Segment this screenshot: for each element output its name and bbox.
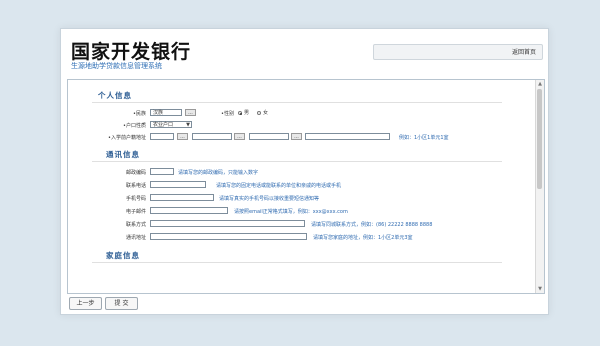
row-postcode: 邮政编码 请填写您的邮政编码，只能输入数字 [68,168,534,178]
chevron-down-icon: ▼ [186,122,190,128]
family-contact-label: 联系方式 [125,222,146,228]
gender-female-radio[interactable] [257,111,261,115]
form-content: 个人信息 •民族 汉族 ... •性别 男 女 •户口性质 农业户口 ▼ •入学… [68,80,534,293]
form-frame: 个人信息 •民族 汉族 ... •性别 男 女 •户口性质 农业户口 ▼ •入学… [67,79,545,294]
row-family-contact: 联系方式 请填写同城联系方式，例如：(86) 22222 8888 8888 [68,220,534,230]
prev-step-button[interactable]: 上一步 [69,297,102,310]
submit-button[interactable]: 提 交 [105,297,138,310]
postcode-hint: 请填写您的邮政编码，只能输入数字 [178,170,259,176]
ethnicity-browse-button[interactable]: ... [185,109,196,116]
postcode-label: 邮政编码 [125,170,146,176]
address-county-input[interactable] [249,133,289,140]
email-hint: 请按照email正常格式填写，例如：xxx@xxx.com [234,209,348,215]
email-input[interactable] [150,207,228,214]
address-city-browse-button[interactable]: ... [234,133,245,140]
row-hukou: •户口性质 农业户口 ▼ [68,121,534,131]
row-phone: 联系电话 请填写您的固定电话或能联系的单位和亲戚的电话或手机 [68,181,534,191]
address-city-input[interactable] [192,133,232,140]
phone-hint: 请填写您的固定电话或能联系的单位和亲戚的电话或手机 [216,183,342,189]
header-bar: 返回首页 [373,44,543,60]
section-title-family: 家庭信息 [106,251,140,260]
section-title-contact: 通讯信息 [106,150,140,159]
ethnicity-input[interactable]: 汉族 [150,109,182,116]
address-label: •入学前户籍地址 [108,135,146,141]
address-hint: 例如：1小区1单元1室 [399,135,449,141]
mobile-hint: 请填写真实的手机号码以接收重要短信通知等 [219,196,320,202]
gender-label: •性别 [221,111,234,117]
email-label: 电子邮件 [125,209,146,215]
gender-female-label: 女 [263,110,269,116]
section-divider-personal [92,102,502,103]
row-ethnicity-gender: •民族 汉族 ... •性别 男 女 [68,109,534,119]
return-home-link[interactable]: 返回首页 [512,47,536,56]
address-province-input[interactable] [150,133,174,140]
mobile-input[interactable] [150,194,214,201]
family-contact-hint: 请填写同城联系方式，例如：(86) 22222 8888 8888 [311,222,433,228]
mail-address-label: 通讯地址 [125,235,146,241]
row-mail-address: 通讯地址 请填写您家庭的地址，例如：1小区2单元3室 [68,233,534,243]
hukou-selected-value: 农业户口 [153,122,174,128]
scroll-down-icon[interactable]: ▼ [537,286,543,292]
address-province-browse-button[interactable]: ... [177,133,188,140]
address-detail-input[interactable] [305,133,390,140]
brand-title: 国家开发银行 [71,41,192,63]
mail-address-hint: 请填写您家庭的地址，例如：1小区2单元3室 [313,235,413,241]
brand-subtitle: 生源地助学贷款信息管理系统 [71,62,162,70]
mail-address-input[interactable] [150,233,307,240]
family-contact-input[interactable] [150,220,305,227]
scroll-thumb[interactable] [537,89,542,189]
row-mobile: 手机号码 请填写真实的手机号码以接收重要短信通知等 [68,194,534,204]
row-address: •入学前户籍地址 ... ... ... 例如：1小区1单元1室 [68,133,534,143]
ethnicity-label: •民族 [133,111,146,117]
vertical-scrollbar[interactable]: ▲ ▼ [535,80,544,293]
phone-label: 联系电话 [125,183,146,189]
phone-input[interactable] [150,181,206,188]
section-divider-contact [92,161,502,162]
section-title-personal: 个人信息 [98,91,132,100]
row-email: 电子邮件 请按照email正常格式填写，例如：xxx@xxx.com [68,207,534,217]
gender-male-label: 男 [244,110,250,116]
scroll-up-icon[interactable]: ▲ [537,81,543,87]
hukou-label: •户口性质 [123,123,146,129]
gender-male-radio[interactable] [238,111,242,115]
hukou-select[interactable]: 农业户口 ▼ [150,121,192,128]
postcode-input[interactable] [150,168,174,175]
address-county-browse-button[interactable]: ... [291,133,302,140]
main-card: 国家开发银行 生源地助学贷款信息管理系统 返回首页 个人信息 •民族 汉族 ..… [60,28,549,315]
section-divider-family [92,262,502,263]
mobile-label: 手机号码 [125,196,146,202]
